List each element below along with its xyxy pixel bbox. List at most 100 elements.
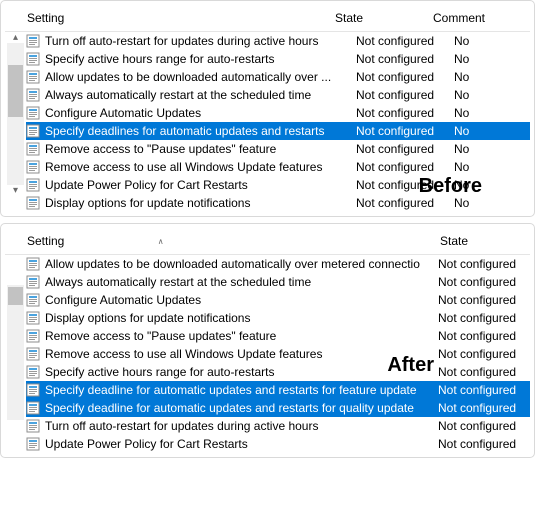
scroll-track[interactable] [7, 285, 24, 420]
table-row[interactable]: Display options for update notifications… [26, 309, 530, 327]
table-row[interactable]: Remove access to "Pause updates" feature… [26, 140, 530, 158]
policy-icon [26, 347, 40, 361]
table-row[interactable]: Allow updates to be downloaded automatic… [26, 255, 530, 273]
table-row[interactable]: Specify active hours range for auto-rest… [26, 50, 530, 68]
table-row[interactable]: Specify deadlines for automatic updates … [26, 122, 530, 140]
policy-icon [26, 124, 40, 138]
scroll-down-icon[interactable]: ▾ [13, 185, 18, 196]
state-cell: Not configured [438, 365, 528, 379]
scroll-track[interactable] [7, 43, 24, 185]
header-state[interactable]: State [335, 11, 433, 25]
setting-cell: Specify active hours range for auto-rest… [26, 365, 438, 379]
setting-cell: Allow updates to be downloaded automatic… [26, 257, 438, 271]
table-row[interactable]: Update Power Policy for Cart Restarts Not… [26, 435, 530, 453]
settings-list: Allow updates to be downloaded automatic… [26, 255, 530, 453]
state-cell: Not configured [438, 437, 528, 451]
setting-text: Display options for update notifications [45, 196, 250, 210]
setting-text: Allow updates to be downloaded automatic… [45, 257, 420, 271]
state-cell: Not configured [356, 196, 454, 210]
comment-cell: No [454, 142, 519, 156]
setting-text: Always automatically restart at the sche… [45, 275, 311, 289]
table-row[interactable]: Remove access to "Pause updates" feature… [26, 327, 530, 345]
after-panel: Setting ∧ State Allow updates to be down… [0, 223, 535, 458]
before-panel: Setting State Comment ▴ ▾ Turn off auto-… [0, 0, 535, 217]
setting-cell: Display options for update notifications [26, 196, 356, 210]
comment-cell: No [454, 178, 519, 192]
setting-text: Remove access to "Pause updates" feature [45, 142, 276, 156]
setting-text: Always automatically restart at the sche… [45, 88, 311, 102]
table-row[interactable]: Always automatically restart at the sche… [26, 86, 530, 104]
table-row[interactable]: Update Power Policy for Cart RestartsNot… [26, 176, 530, 194]
scroll-thumb[interactable] [8, 287, 23, 305]
table-row[interactable]: Always automatically restart at the sche… [26, 273, 530, 291]
sort-asc-icon: ∧ [158, 237, 164, 246]
table-row[interactable]: Allow updates to be downloaded automatic… [26, 68, 530, 86]
policy-icon [26, 365, 40, 379]
policy-icon [26, 160, 40, 174]
state-cell: Not configured [356, 88, 454, 102]
policy-icon [26, 70, 40, 84]
setting-text: Specify deadlines for automatic updates … [45, 124, 325, 138]
setting-text: Remove access to use all Windows Update … [45, 160, 322, 174]
table-row[interactable]: Configure Automatic UpdatesNot configure… [26, 291, 530, 309]
state-cell: Not configured [438, 383, 528, 397]
setting-text: Turn off auto-restart for updates during… [45, 419, 318, 433]
policy-icon [26, 178, 40, 192]
state-cell: Not configured [438, 401, 528, 415]
setting-cell: Update Power Policy for Cart Restarts [26, 178, 356, 192]
setting-text: Update Power Policy for Cart Restarts [45, 437, 248, 451]
setting-text: Turn off auto-restart for updates during… [45, 34, 318, 48]
scroll-thumb[interactable] [8, 65, 23, 117]
table-row[interactable]: Turn off auto-restart for updates during… [26, 32, 530, 50]
state-cell: Not configured [356, 178, 454, 192]
policy-icon [26, 196, 40, 210]
header-state[interactable]: State [440, 234, 530, 248]
table-row[interactable]: Remove access to use all Windows Update … [26, 345, 530, 363]
comment-cell: No [454, 124, 519, 138]
policy-icon [26, 419, 40, 433]
header-comment[interactable]: Comment [433, 11, 498, 25]
setting-cell: Update Power Policy for Cart Restarts [26, 437, 438, 451]
table-row[interactable]: Specify deadline for automatic updates a… [26, 381, 530, 399]
header-setting-label: Setting [27, 234, 64, 248]
setting-text: Display options for update notifications [45, 311, 250, 325]
policy-icon [26, 106, 40, 120]
setting-text: Specify active hours range for auto-rest… [45, 365, 274, 379]
setting-cell: Display options for update notifications [26, 311, 438, 325]
state-cell: Not configured [356, 160, 454, 174]
table-row[interactable]: Remove access to use all Windows Update … [26, 158, 530, 176]
state-cell: Not configured [438, 347, 528, 361]
setting-cell: Configure Automatic Updates [26, 106, 356, 120]
table-row[interactable]: Turn off auto-restart for updates during… [26, 417, 530, 435]
settings-list: Turn off auto-restart for updates during… [26, 32, 530, 212]
state-cell: Not configured [356, 124, 454, 138]
setting-cell: Remove access to "Pause updates" feature [26, 329, 438, 343]
scrollbar[interactable] [7, 255, 24, 453]
policy-icon [26, 437, 40, 451]
state-cell: Not configured [356, 106, 454, 120]
table-row[interactable]: Specify active hours range for auto-rest… [26, 363, 530, 381]
header-setting[interactable]: Setting ∧ [5, 234, 440, 248]
policy-icon [26, 88, 40, 102]
policy-icon [26, 401, 40, 415]
policy-icon [26, 311, 40, 325]
table-row[interactable]: Specify deadline for automatic updates a… [26, 399, 530, 417]
state-cell: Not configured [438, 275, 528, 289]
policy-icon [26, 52, 40, 66]
table-row[interactable]: Display options for update notifications… [26, 194, 530, 212]
setting-cell: Specify deadlines for automatic updates … [26, 124, 356, 138]
scrollbar[interactable]: ▴ ▾ [7, 32, 24, 212]
setting-cell: Always automatically restart at the sche… [26, 275, 438, 289]
state-cell: Not configured [356, 52, 454, 66]
state-cell: Not configured [438, 329, 528, 343]
header-setting[interactable]: Setting [5, 11, 335, 25]
policy-icon [26, 142, 40, 156]
policy-icon [26, 293, 40, 307]
state-cell: Not configured [356, 34, 454, 48]
table-row[interactable]: Configure Automatic UpdatesNot configure… [26, 104, 530, 122]
setting-cell: Specify deadline for automatic updates a… [26, 401, 438, 415]
setting-cell: Configure Automatic Updates [26, 293, 438, 307]
setting-cell: Turn off auto-restart for updates during… [26, 34, 356, 48]
comment-cell: No [454, 88, 519, 102]
scroll-up-icon[interactable]: ▴ [13, 32, 18, 43]
